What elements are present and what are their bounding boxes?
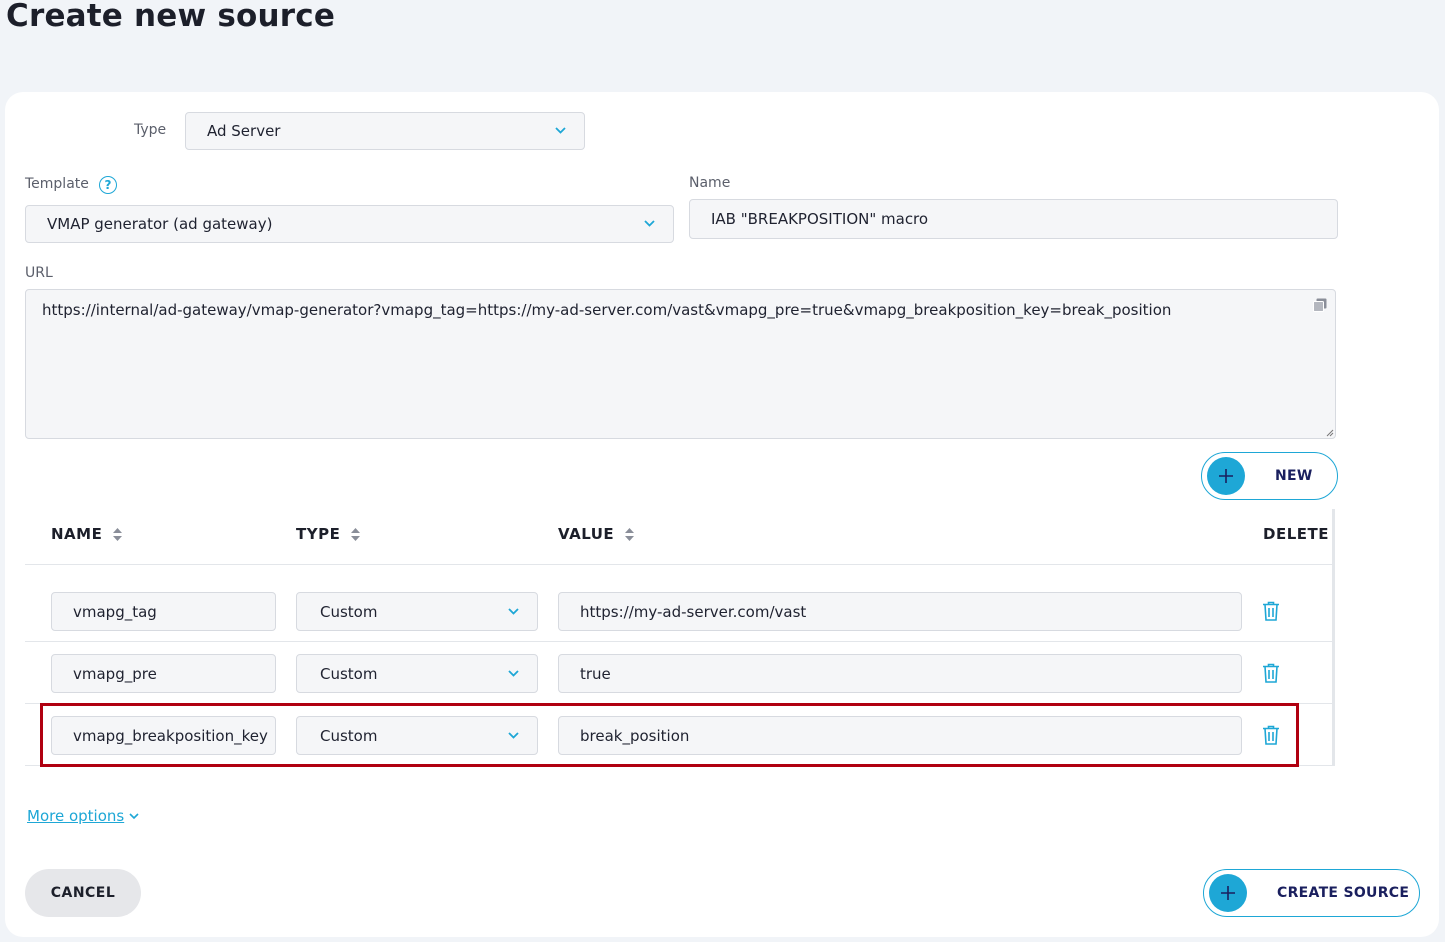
create-source-button[interactable]: CREATE SOURCE [1203, 869, 1420, 917]
column-header-value-label: VALUE [558, 525, 615, 543]
column-header-type-label: TYPE [296, 525, 341, 543]
chevron-down-icon [508, 669, 519, 677]
param-type-select[interactable]: Custom [296, 654, 538, 693]
row-divider [25, 641, 1332, 642]
template-select[interactable]: VMAP generator (ad gateway) [25, 205, 674, 243]
column-header-name-label: NAME [51, 525, 103, 543]
url-text: https://internal/ad-gateway/vmap-generat… [42, 301, 1172, 319]
highlight-box [40, 703, 1299, 767]
sort-icon [625, 527, 635, 541]
url-textarea[interactable]: https://internal/ad-gateway/vmap-generat… [25, 289, 1336, 439]
sort-icon [113, 527, 123, 541]
new-parameter-label: NEW [1275, 468, 1313, 484]
name-label: Name [689, 175, 731, 191]
create-source-label: CREATE SOURCE [1277, 885, 1410, 901]
plus-icon [1209, 874, 1247, 912]
create-source-form: Type Ad Server Template ? VMAP generator… [5, 92, 1439, 937]
cancel-button[interactable]: CANCEL [25, 869, 141, 917]
param-value-input[interactable]: true [558, 654, 1242, 693]
trash-icon[interactable] [1262, 663, 1280, 683]
column-header-name[interactable]: NAME [51, 525, 123, 543]
table-scrollbar[interactable] [1332, 509, 1335, 766]
more-options-label: More options [27, 807, 125, 825]
sort-icon [351, 527, 361, 541]
new-parameter-button[interactable]: NEW [1201, 452, 1338, 500]
chevron-down-icon [129, 812, 139, 819]
resize-grip-icon[interactable] [1325, 428, 1334, 437]
copy-icon[interactable] [1313, 298, 1327, 312]
param-type-value: Custom [320, 664, 378, 683]
name-input[interactable]: IAB "BREAKPOSITION" macro [689, 199, 1338, 239]
param-value-input[interactable]: https://my-ad-server.com/vast [558, 592, 1242, 631]
column-header-value[interactable]: VALUE [558, 525, 635, 543]
template-label: Template [25, 176, 89, 192]
type-select-value: Ad Server [207, 122, 281, 140]
param-type-select[interactable]: Custom [296, 592, 538, 631]
param-type-value: Custom [320, 602, 378, 621]
type-label: Type [134, 122, 167, 138]
page-title: Create new source [6, 0, 336, 34]
trash-icon[interactable] [1262, 601, 1280, 621]
help-icon[interactable]: ? [99, 176, 117, 194]
chevron-down-icon [508, 607, 519, 615]
type-select[interactable]: Ad Server [185, 112, 585, 150]
template-select-value: VMAP generator (ad gateway) [47, 215, 273, 233]
url-label: URL [25, 265, 53, 281]
param-name-input[interactable]: vmapg_pre [51, 654, 276, 693]
param-name-input[interactable]: vmapg_tag [51, 592, 276, 631]
table-divider [25, 564, 1332, 565]
column-header-type[interactable]: TYPE [296, 525, 361, 543]
chevron-down-icon [644, 220, 655, 227]
more-options-link[interactable]: More options [27, 807, 139, 825]
chevron-down-icon [555, 127, 566, 134]
column-header-delete: DELETE [1263, 525, 1329, 543]
plus-icon [1207, 457, 1245, 495]
